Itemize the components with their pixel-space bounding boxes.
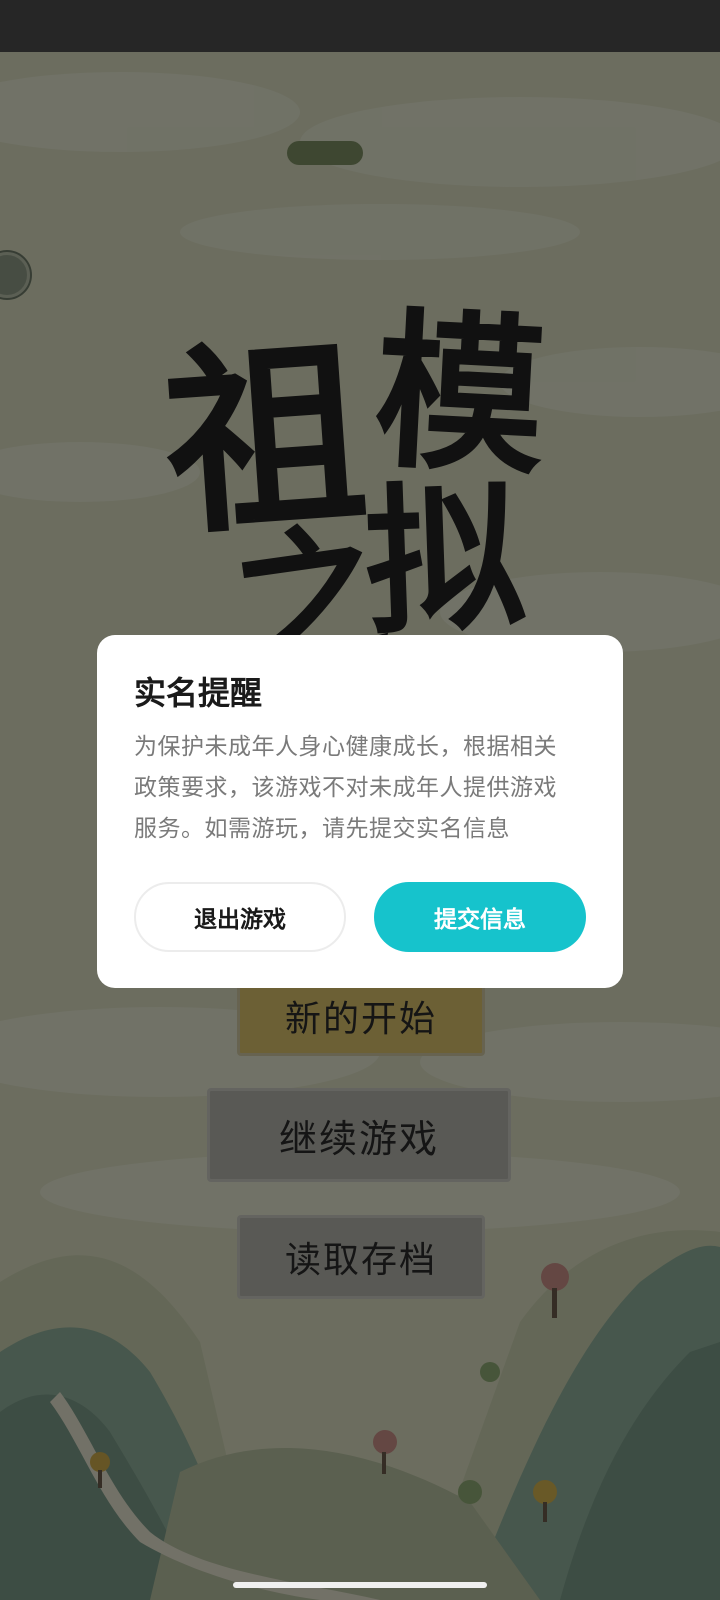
dialog-title: 实名提醒 [134, 674, 263, 712]
dialog-body: 为保护未成年人身心健康成长，根据相关 政策要求，该游戏不对未成年人提供游戏 服务… [134, 727, 586, 850]
submit-info-button[interactable]: 提交信息 [374, 882, 586, 952]
real-name-reminder-dialog: 实名提醒 为保护未成年人身心健康成长，根据相关 政策要求，该游戏不对未成年人提供… [97, 635, 623, 988]
dialog-body-line: 为保护未成年人身心健康成长，根据相关 [134, 734, 557, 760]
dialog-body-line: 服务。如需游玩，请先提交实名信息 [134, 816, 510, 842]
dialog-actions: 退出游戏 提交信息 [134, 882, 586, 952]
home-indicator[interactable] [233, 1582, 487, 1588]
exit-game-button[interactable]: 退出游戏 [134, 882, 346, 952]
status-bar [0, 0, 720, 52]
dialog-body-line: 政策要求，该游戏不对未成年人提供游戏 [134, 775, 557, 801]
game-screen: 祖 模 拟 之 新的开始 继续游戏 读取存档 实名提醒 为保护未成年人身心健康成… [0, 0, 720, 1600]
